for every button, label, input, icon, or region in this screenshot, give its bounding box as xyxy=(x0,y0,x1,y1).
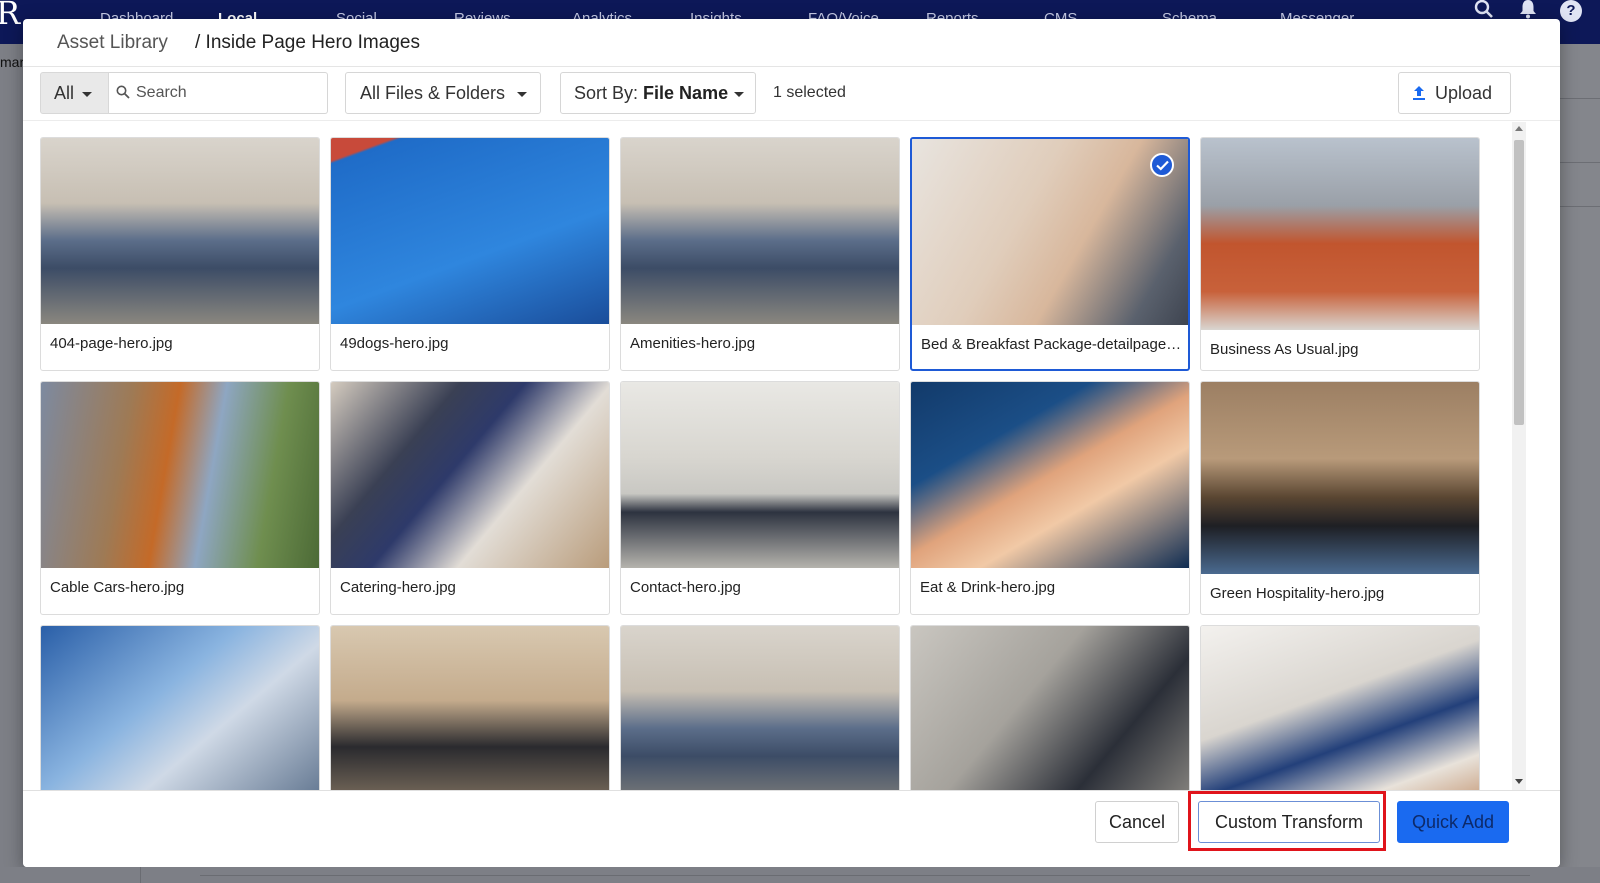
caret-down-icon xyxy=(82,91,93,97)
asset-library-modal: Asset Library / Inside Page Hero Images … xyxy=(23,19,1560,867)
asset-card[interactable]: Contact-hero.jpg xyxy=(620,381,900,615)
app-logo: R xyxy=(0,0,21,32)
asset-card[interactable] xyxy=(1200,625,1480,790)
sort-prefix: Sort By: xyxy=(574,83,639,103)
asset-filename: 404-page-hero.jpg xyxy=(50,335,173,352)
breadcrumb-current: / Inside Page Hero Images xyxy=(195,32,420,53)
asset-filename: Cable Cars-hero.jpg xyxy=(50,579,185,596)
scroll-up-icon[interactable] xyxy=(1515,126,1523,131)
selected-count: 1 selected xyxy=(773,84,846,101)
breadcrumb-root[interactable]: Asset Library xyxy=(57,32,168,54)
asset-thumbnail xyxy=(912,139,1188,325)
asset-thumbnail xyxy=(621,138,899,324)
caret-down-icon xyxy=(517,91,528,97)
folders-dropdown[interactable]: All Files & Folders xyxy=(345,72,541,114)
custom-transform-button[interactable]: Custom Transform xyxy=(1198,801,1380,843)
asset-thumbnail xyxy=(1201,138,1479,330)
asset-filename: 49dogs-hero.jpg xyxy=(340,335,449,352)
folders-label: All Files & Folders xyxy=(360,83,506,103)
asset-filename: Amenities-hero.jpg xyxy=(630,335,756,352)
grid-scrollbar[interactable] xyxy=(1512,122,1526,790)
search-icon xyxy=(116,85,130,99)
asset-card[interactable]: Eat & Drink-hero.jpg xyxy=(910,381,1190,615)
asset-filename: Bed & Breakfast Package-detailpage-hero.… xyxy=(921,336,1183,353)
asset-thumbnail xyxy=(1201,382,1479,574)
cancel-button[interactable]: Cancel xyxy=(1095,801,1179,843)
type-filter-label: All xyxy=(54,83,75,103)
modal-footer: Cancel Custom Transform Quick Add xyxy=(23,790,1560,867)
asset-thumbnail xyxy=(41,626,319,790)
quick-add-button[interactable]: Quick Add xyxy=(1397,801,1509,843)
asset-card[interactable] xyxy=(40,625,320,790)
search-input[interactable] xyxy=(136,81,321,105)
asset-grid: 404-page-hero.jpg 49dogs-hero.jpg Amenit… xyxy=(23,122,1513,790)
asset-thumbnail xyxy=(911,626,1189,790)
check-icon[interactable] xyxy=(1150,153,1174,177)
asset-card[interactable]: Business As Usual.jpg xyxy=(1200,137,1480,371)
asset-card[interactable]: 49dogs-hero.jpg xyxy=(330,137,610,371)
asset-card[interactable] xyxy=(910,625,1190,790)
help-icon[interactable]: ? xyxy=(1560,0,1582,22)
asset-card[interactable] xyxy=(620,625,900,790)
background-text-fragment: mar xyxy=(0,54,25,70)
caret-down-icon xyxy=(734,91,745,97)
asset-thumbnail xyxy=(41,382,319,568)
asset-card[interactable]: Cable Cars-hero.jpg xyxy=(40,381,320,615)
asset-thumbnail xyxy=(621,382,899,568)
search-box xyxy=(109,72,328,114)
asset-thumbnail xyxy=(41,138,319,324)
asset-thumbnail xyxy=(331,138,609,324)
asset-card[interactable] xyxy=(330,625,610,790)
asset-thumbnail xyxy=(1201,626,1479,790)
asset-filename: Eat & Drink-hero.jpg xyxy=(920,579,1056,596)
asset-card[interactable]: Catering-hero.jpg xyxy=(330,381,610,615)
upload-icon xyxy=(1413,85,1425,100)
asset-filename: Contact-hero.jpg xyxy=(630,579,741,596)
asset-filename: Green Hospitality-hero.jpg xyxy=(1210,585,1385,602)
asset-card-selected[interactable]: Bed & Breakfast Package-detailpage-hero.… xyxy=(910,137,1190,371)
asset-card[interactable]: Green Hospitality-hero.jpg xyxy=(1200,381,1480,615)
background-bottom-strip xyxy=(0,867,1600,883)
asset-thumbnail xyxy=(331,626,609,790)
sort-dropdown[interactable]: Sort By: File Name xyxy=(560,72,756,114)
scrollbar-thumb[interactable] xyxy=(1514,140,1524,425)
asset-card[interactable]: 404-page-hero.jpg xyxy=(40,137,320,371)
scroll-down-icon[interactable] xyxy=(1515,779,1523,784)
asset-thumbnail xyxy=(331,382,609,568)
asset-thumbnail xyxy=(911,382,1189,568)
asset-filename: Business As Usual.jpg xyxy=(1210,341,1359,358)
asset-filename: Catering-hero.jpg xyxy=(340,579,456,596)
upload-button[interactable]: Upload xyxy=(1398,72,1511,114)
type-filter-dropdown[interactable]: All xyxy=(40,72,109,114)
asset-card[interactable]: Amenities-hero.jpg xyxy=(620,137,900,371)
background-sidebar: mar xyxy=(0,44,24,883)
asset-toolbar: All All Files & Folders Sort By: File Na… xyxy=(23,67,1560,121)
asset-thumbnail xyxy=(621,626,899,790)
modal-header: Asset Library / Inside Page Hero Images xyxy=(23,19,1560,67)
upload-label: Upload xyxy=(1435,83,1493,103)
sort-value: File Name xyxy=(643,83,729,103)
